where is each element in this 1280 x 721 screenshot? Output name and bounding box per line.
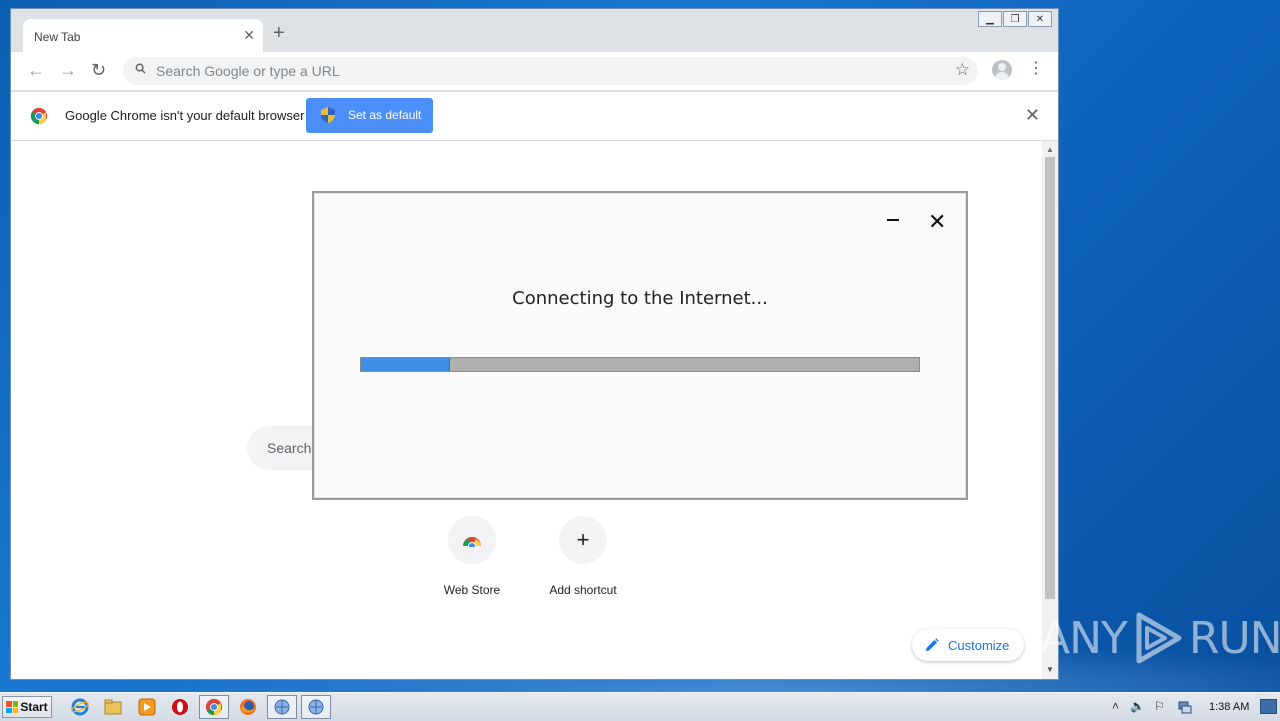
close-icon[interactable]: ✕ (928, 211, 946, 233)
minimize-icon[interactable] (887, 219, 899, 221)
scroll-up-icon[interactable]: ▲ (1046, 145, 1054, 154)
speaker-icon[interactable]: 🔈 (1130, 699, 1145, 713)
shortcut-web-store[interactable]: Web Store (422, 516, 522, 597)
connecting-dialog: ✕ Connecting to the Internet... (312, 191, 968, 500)
infobar-close-icon[interactable]: ✕ (1025, 106, 1040, 124)
omnibox[interactable]: Search Google or type a URL ☆ (123, 57, 978, 85)
uac-shield-icon (321, 107, 335, 123)
omnibox-placeholder: Search Google or type a URL (156, 63, 340, 79)
bookmark-star-icon[interactable]: ☆ (955, 60, 970, 80)
start-label: Start (20, 700, 48, 714)
window-restore-button[interactable]: ❐ (1003, 11, 1027, 27)
plus-icon: + (559, 516, 607, 564)
tab-close-icon[interactable]: ✕ (243, 27, 255, 44)
file-explorer-icon[interactable] (104, 698, 122, 716)
start-button[interactable]: Start (2, 696, 52, 718)
chrome-logo-icon (30, 107, 48, 125)
windows-flag-icon (6, 701, 19, 713)
watermark-right-text: RUN (1188, 612, 1280, 664)
internet-explorer-icon[interactable] (71, 698, 89, 716)
vertical-scrollbar[interactable]: ▲ ▼ (1042, 141, 1058, 679)
progress-fill (361, 358, 451, 371)
firefox-icon[interactable] (239, 698, 257, 716)
tray-expand-icon[interactable]: ˄ (1112, 699, 1119, 713)
show-desktop-icon[interactable] (1260, 699, 1277, 714)
watermark-left-text: ANY (1040, 612, 1128, 664)
window-close-button[interactable]: ✕ (1028, 11, 1052, 27)
forward-icon[interactable]: → (59, 60, 77, 80)
taskbar: Start ˄ 🔈 ⚐ 1:38 AM (0, 692, 1280, 721)
chrome-taskbar-icon[interactable] (205, 698, 223, 716)
installer-globe-icon-2[interactable] (307, 698, 325, 716)
shortcut-web-store-tile (448, 516, 496, 564)
window-controls: ▁ ❐ ✕ (978, 11, 1052, 27)
tab-new-tab[interactable]: New Tab ✕ (23, 19, 263, 53)
customize-button[interactable]: Customize (912, 629, 1024, 661)
scroll-down-icon[interactable]: ▼ (1046, 665, 1054, 674)
pencil-icon (926, 638, 939, 651)
profile-avatar-icon[interactable] (992, 60, 1012, 80)
play-logo-icon (1136, 612, 1182, 664)
action-center-flag-icon[interactable]: ⚐ (1154, 699, 1165, 713)
default-browser-infobar: Google Chrome isn't your default browser… (11, 91, 1058, 141)
customize-label: Customize (948, 638, 1010, 653)
shortcut-add-label: Add shortcut (549, 583, 617, 597)
media-player-icon[interactable] (138, 698, 156, 716)
set-as-default-button[interactable]: Set as default (306, 98, 433, 133)
new-tab-button[interactable]: + (273, 23, 285, 43)
infobar-message: Google Chrome isn't your default browser (65, 108, 305, 123)
dialog-title: Connecting to the Internet... (512, 288, 768, 309)
set-as-default-label: Set as default (348, 108, 422, 122)
search-icon (135, 63, 146, 74)
ntp-search-placeholder: Search (267, 440, 312, 456)
chrome-menu-icon[interactable]: ⋮ (1028, 61, 1044, 77)
tab-title: New Tab (34, 30, 81, 44)
webstore-icon (463, 537, 481, 547)
window-minimize-button[interactable]: ▁ (978, 11, 1002, 27)
shortcut-add[interactable]: + Add shortcut (533, 516, 633, 597)
toolbar: ← → ↻ Search Google or type a URL ☆ ⋮ (11, 52, 1058, 90)
back-icon[interactable]: ← (27, 60, 45, 80)
installer-globe-icon[interactable] (273, 698, 291, 716)
shortcut-web-store-label: Web Store (443, 583, 501, 597)
scroll-thumb[interactable] (1045, 157, 1055, 599)
anyrun-watermark: ANY RUN (1040, 612, 1280, 664)
network-icon[interactable] (1178, 700, 1192, 714)
progress-bar (360, 357, 920, 372)
reload-icon[interactable]: ↻ (91, 60, 106, 80)
clock[interactable]: 1:38 AM (1209, 701, 1249, 713)
opera-icon[interactable] (171, 698, 189, 716)
